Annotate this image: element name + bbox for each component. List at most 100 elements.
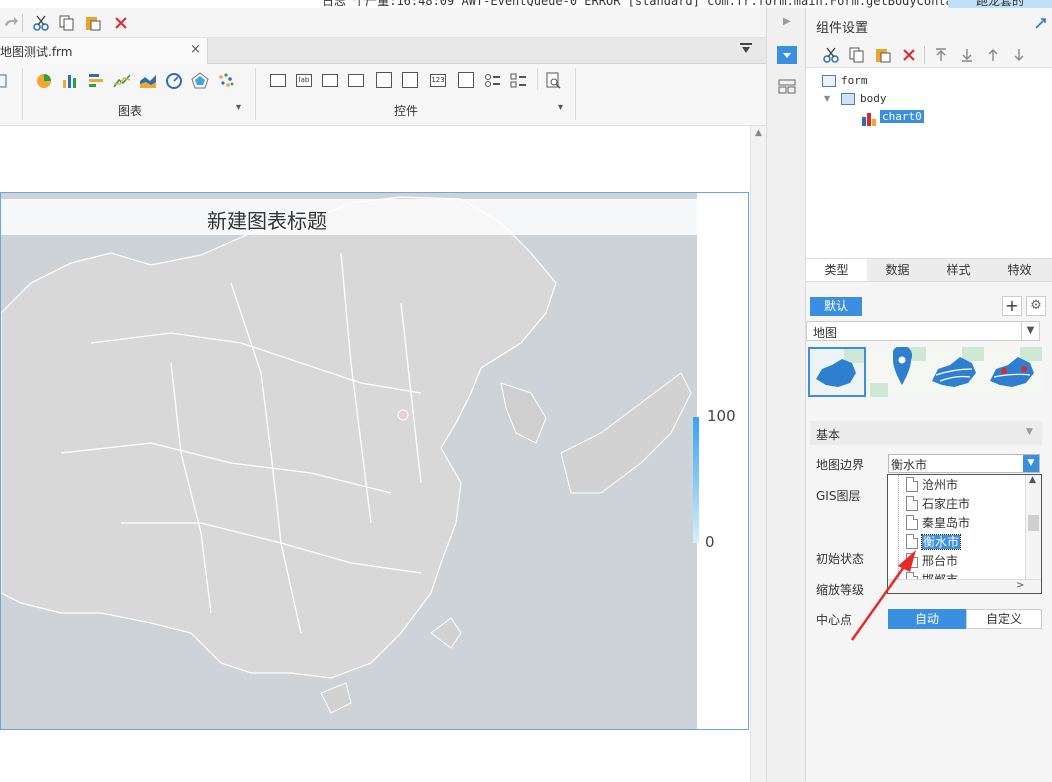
gis-layer-label: GIS图层 xyxy=(816,489,861,503)
checkbox-group-icon[interactable] xyxy=(376,72,392,88)
textfield-control-icon[interactable] xyxy=(322,74,338,87)
edit-toolbar xyxy=(0,8,766,38)
redo-icon[interactable] xyxy=(0,12,22,34)
bar-chart-icon[interactable] xyxy=(61,72,79,90)
line-chart-icon[interactable] xyxy=(113,72,131,90)
area-chart-icon[interactable] xyxy=(139,72,157,90)
user-badge[interactable]: 跑龙套的 xyxy=(948,0,1052,8)
tab-close-icon[interactable]: × xyxy=(190,42,201,57)
move-to-bottom-icon[interactable] xyxy=(956,44,978,66)
horizontal-bar-icon[interactable] xyxy=(87,72,105,90)
component-settings-panel: 组件设置 form ▼ body chart0 类型 数据 样式 特效 默认 +… xyxy=(806,8,1052,782)
file-tab-strip: 地图测试.frm × xyxy=(0,38,766,64)
tab-list-menu-icon[interactable] xyxy=(740,43,754,58)
body-icon xyxy=(841,93,855,105)
scroll-right-icon[interactable]: > xyxy=(1016,580,1024,591)
map-type-area-thumb[interactable] xyxy=(808,347,866,397)
dropdown-item[interactable]: 沧州市 xyxy=(922,476,958,494)
button-control-icon[interactable] xyxy=(270,74,286,87)
move-down-icon[interactable] xyxy=(1008,44,1030,66)
search-control-icon[interactable] xyxy=(545,72,563,90)
tree-item-body[interactable]: body xyxy=(860,92,887,105)
dropdown-item[interactable]: 秦皇岛市 xyxy=(922,514,970,532)
collapse-arrow-icon[interactable]: ▶ xyxy=(783,16,791,27)
status-bar: 日志 个产量:16:48:09 AWT-EventQueue-0 ERROR [… xyxy=(0,0,1052,8)
grid-icon[interactable] xyxy=(0,72,18,90)
chart-widget[interactable]: 新建图表标题 100 0 xyxy=(0,192,749,730)
scroll-thumb[interactable] xyxy=(1028,515,1039,531)
default-type-button[interactable]: 默认 xyxy=(810,297,862,316)
ribbon-divider xyxy=(22,68,23,120)
radio-group-icon[interactable] xyxy=(484,72,502,90)
tab-data[interactable]: 数据 xyxy=(867,259,928,281)
widget-library-icon[interactable] xyxy=(778,78,796,99)
property-tabs: 类型 数据 样式 特效 xyxy=(806,258,1052,282)
panel-pin-icon[interactable] xyxy=(1034,16,1048,33)
paste-icon[interactable] xyxy=(82,12,104,34)
tab-type[interactable]: 类型 xyxy=(806,259,867,281)
paste-icon[interactable] xyxy=(872,44,894,66)
range-legend-bar[interactable] xyxy=(693,417,699,543)
copy-icon[interactable] xyxy=(56,12,78,34)
calendar-control-icon[interactable] xyxy=(402,72,418,88)
number-control-icon[interactable]: 123 xyxy=(430,74,446,87)
ribbon-divider xyxy=(255,68,256,120)
ribbon-divider xyxy=(537,68,538,90)
map-boundary-select[interactable]: 衡水市 ▼ xyxy=(888,454,1040,473)
add-icon[interactable]: + xyxy=(1002,296,1022,316)
radar-chart-icon[interactable] xyxy=(191,72,209,90)
checkbox-list-icon[interactable] xyxy=(510,72,528,90)
copy-icon[interactable] xyxy=(846,44,868,66)
chart-group-expand-icon[interactable]: ▾ xyxy=(236,102,241,113)
chart-type-value: 地图 xyxy=(813,326,838,340)
move-up-icon[interactable] xyxy=(982,44,1004,66)
chevron-down-icon[interactable]: ▼ xyxy=(1021,322,1039,340)
toolbar-divider xyxy=(924,46,925,64)
component-settings-icon[interactable] xyxy=(777,46,797,64)
cut-icon[interactable] xyxy=(30,12,52,34)
pie-chart-icon[interactable] xyxy=(35,72,53,90)
label-control-icon[interactable]: lab xyxy=(296,74,312,87)
document-icon xyxy=(906,515,918,530)
map-type-flow-thumb[interactable] xyxy=(926,347,984,397)
chart-title[interactable]: 新建图表标题 xyxy=(207,205,327,234)
tab-file[interactable]: 地图测试.frm × xyxy=(0,38,208,64)
center-custom-button[interactable]: 自定义 xyxy=(966,609,1042,629)
tree-item-chart[interactable]: chart0 xyxy=(880,110,924,123)
scatter-chart-icon[interactable] xyxy=(217,72,235,90)
chart-title-band: 新建图表标题 xyxy=(1,199,697,235)
gear-icon[interactable]: ⚙ xyxy=(1026,296,1046,316)
annotation-arrow xyxy=(850,550,916,641)
control-group-expand-icon[interactable]: ▾ xyxy=(558,102,563,113)
delete-icon[interactable] xyxy=(898,44,920,66)
gauge-chart-icon[interactable] xyxy=(165,72,183,90)
canvas-vertical-scrollbar[interactable]: ▲ xyxy=(750,126,766,782)
status-log-text: 日志 个产量:16:48:09 AWT-EventQueue-0 ERROR [… xyxy=(322,0,1033,8)
control-group-label: 控件 xyxy=(394,104,419,118)
delete-icon[interactable] xyxy=(110,12,132,34)
textarea-control-icon[interactable] xyxy=(458,72,474,88)
chart-type-select[interactable]: 地图 ▼ xyxy=(806,321,1040,341)
document-icon xyxy=(906,477,918,492)
tree-expand-icon[interactable]: ▼ xyxy=(824,94,830,103)
dropdown-vertical-scrollbar[interactable]: ▲ xyxy=(1025,475,1041,579)
combobox-control-icon[interactable] xyxy=(348,74,364,87)
map-type-heat-thumb[interactable] xyxy=(984,347,1042,397)
map-type-point-thumb[interactable] xyxy=(870,345,928,397)
move-to-top-icon[interactable] xyxy=(930,44,952,66)
map-boundary-value: 衡水市 xyxy=(891,458,928,472)
collapse-icon[interactable]: ▼ xyxy=(1026,427,1033,437)
scroll-up-icon[interactable]: ▲ xyxy=(755,128,762,138)
tree-item-form[interactable]: form xyxy=(841,74,868,87)
basic-section-header[interactable]: 基本 ▼ xyxy=(810,421,1042,445)
scroll-up-icon[interactable]: ▲ xyxy=(1029,475,1036,485)
tab-style[interactable]: 样式 xyxy=(928,259,989,281)
map-boundary-label: 地图边界 xyxy=(816,458,865,472)
dropdown-item[interactable]: 石家庄市 xyxy=(922,495,970,513)
map-area[interactable] xyxy=(1,193,697,729)
legend-min-label: 0 xyxy=(705,533,715,551)
tab-effects[interactable]: 特效 xyxy=(989,259,1050,281)
panel-toolbar xyxy=(806,42,1052,68)
chevron-down-icon[interactable]: ▼ xyxy=(1023,455,1039,472)
cut-icon[interactable] xyxy=(820,44,842,66)
